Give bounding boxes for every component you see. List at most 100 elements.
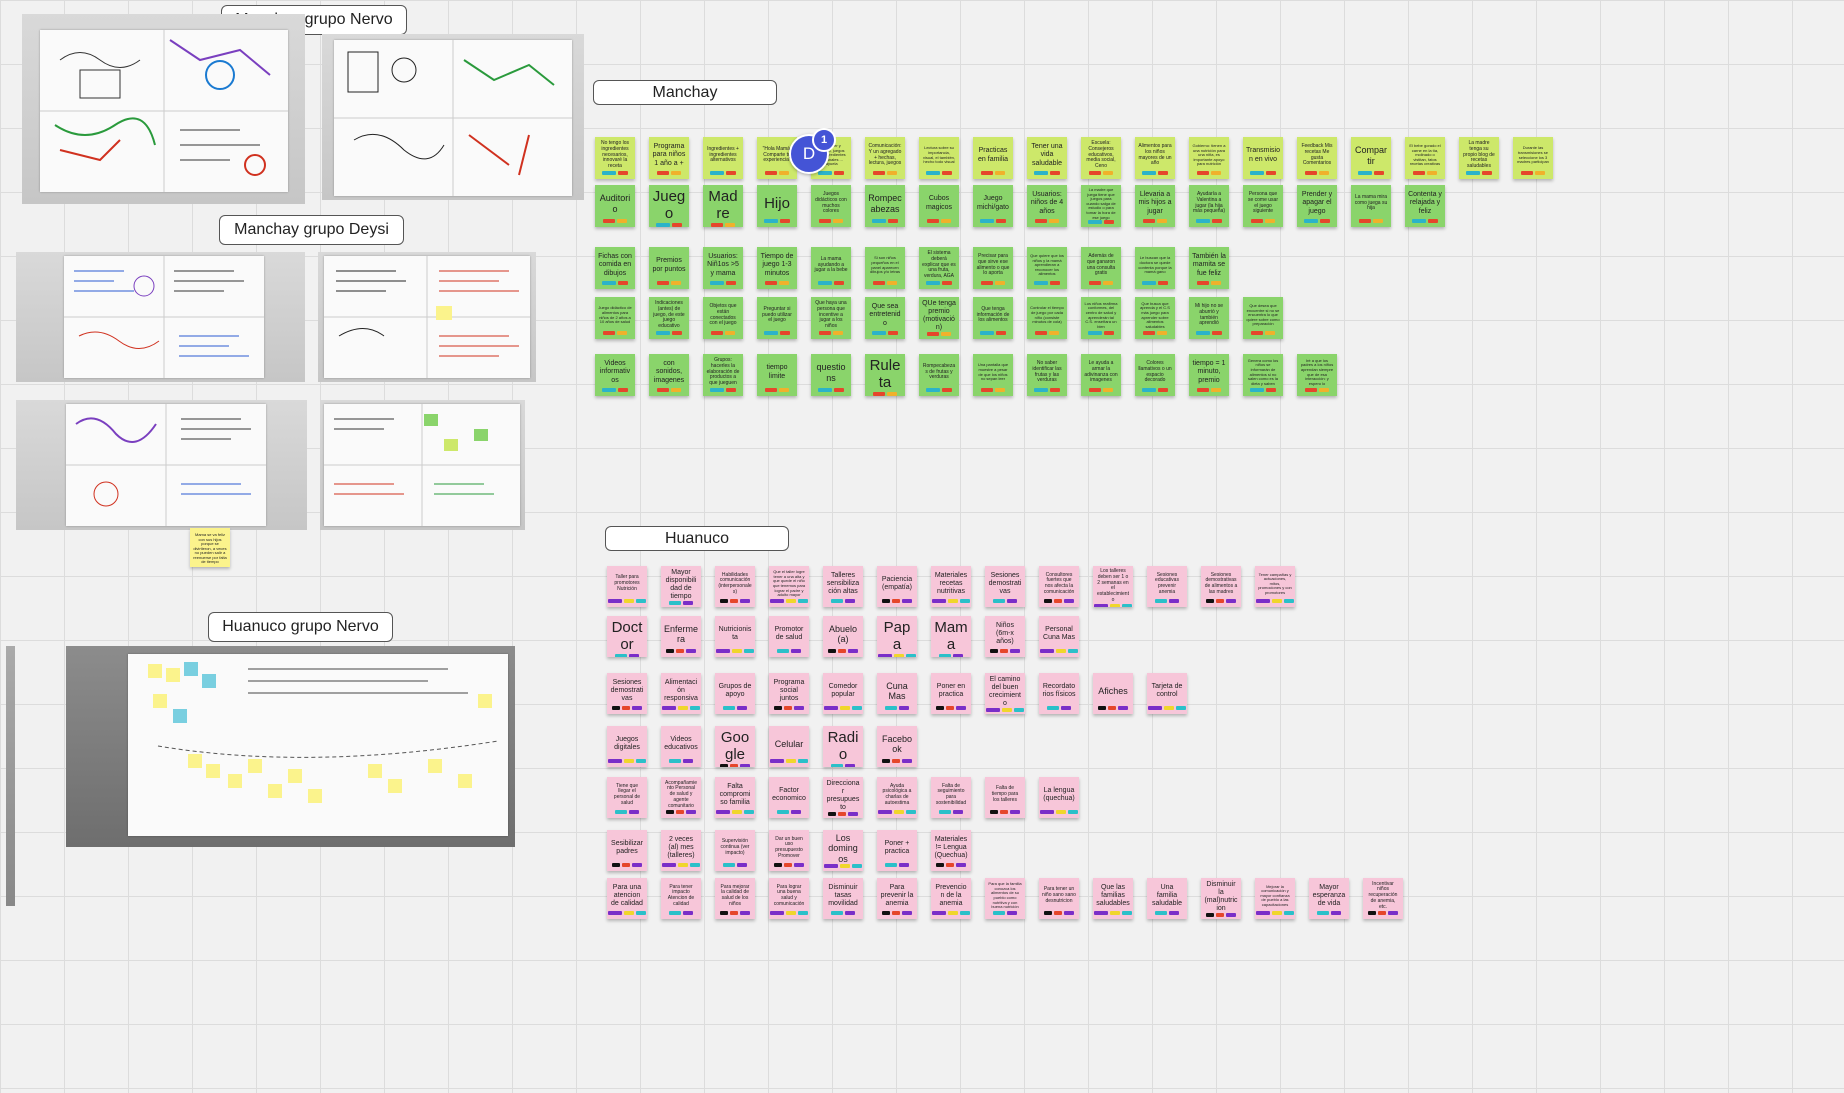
photo-manchay-deysi-3[interactable] — [16, 400, 307, 530]
sticky-note[interactable]: Promotor de salud — [769, 616, 809, 657]
sticky-note[interactable]: Los domingos — [823, 830, 863, 871]
sticky-note[interactable]: Programa social juntos — [769, 673, 809, 714]
sticky-note[interactable]: La lengua (quechua) — [1039, 777, 1079, 818]
sticky-note[interactable]: 2 veces (al) mes (talleres) — [661, 830, 701, 871]
sticky-note[interactable]: Acompañamiento Personal de salud y agent… — [661, 777, 701, 818]
sticky-note[interactable]: Los talleres deben ser 1 o 2 semanas en … — [1093, 566, 1133, 607]
sticky-note[interactable]: Le ayuda a armar la adivinanza con image… — [1081, 354, 1121, 396]
sticky-note[interactable]: Afiches — [1093, 673, 1133, 714]
sticky-note[interactable]: Niños (6m-x años) — [985, 616, 1025, 657]
sticky-note[interactable]: Mi hijo no se aburrió y también aprendió — [1189, 297, 1229, 339]
sticky-note[interactable]: Facebook — [877, 726, 917, 767]
sticky-note[interactable]: Falta de tiempo para los talleres — [985, 777, 1025, 818]
sticky-note[interactable]: No tengo los ingredientes necesarios, in… — [595, 137, 635, 179]
sticky-note[interactable]: Ruleta — [865, 354, 905, 396]
sticky-note[interactable]: Recordatorios físicos — [1039, 673, 1079, 714]
photo-edge-partial[interactable] — [6, 646, 15, 906]
photo-manchay-deysi-1[interactable] — [16, 252, 305, 382]
sticky-note[interactable]: Iré a que los padres a los niños aprenda… — [1297, 354, 1337, 396]
sticky-note[interactable]: Nutricionista — [715, 616, 755, 657]
sticky-note[interactable]: Prender y apagar el juego — [1297, 185, 1337, 227]
sticky-note[interactable]: Talleres sensibilización altas — [823, 566, 863, 607]
sticky-note[interactable]: Cuna Mas — [877, 673, 917, 714]
sticky-note[interactable]: Gobierno: tienen a una nutrición para un… — [1189, 137, 1229, 179]
sticky-note[interactable]: El camino del buen crecimiento — [985, 673, 1025, 714]
sticky-note[interactable]: Mayor disponibilidad de tiempo — [661, 566, 701, 607]
sticky-note[interactable]: Comedor popular — [823, 673, 863, 714]
sticky-note[interactable]: No saber identificar las frutas y las ve… — [1027, 354, 1067, 396]
sticky-note[interactable]: Precisar para que sirve ese alimento o q… — [973, 247, 1013, 289]
sticky-note[interactable]: Ayudaría a Valentina a jugar (la hija má… — [1189, 185, 1229, 227]
sticky-note[interactable]: Falta de seguimiento para sostenibilidad — [931, 777, 971, 818]
sticky-note[interactable]: Falta compromiso familia — [715, 777, 755, 818]
sticky-note[interactable]: Supervisión continua (ver impacto) — [715, 830, 755, 871]
sticky-note[interactable]: Celular — [769, 726, 809, 767]
sticky-note[interactable]: Rompecabezas de frutas y verduras — [919, 354, 959, 396]
sticky-note[interactable]: También la mamita se fue feliz — [1189, 247, 1229, 289]
sticky-note[interactable]: Tiempo de juego 1-3 minutos — [757, 247, 797, 289]
frame-title-huanuco[interactable]: Huanuco — [605, 526, 789, 551]
sticky-note[interactable]: Que el taller logre tener a una alta y q… — [769, 566, 809, 607]
sticky-note[interactable]: Radio — [823, 726, 863, 767]
sticky-note[interactable]: Ayuda psicológica a charlas de autoestim… — [877, 777, 917, 818]
sticky-note[interactable]: Papa — [877, 616, 917, 657]
sticky-note[interactable]: Enfermera — [661, 616, 701, 657]
sticky-note[interactable]: Para lograr una buena salud y comunicaci… — [769, 878, 809, 919]
sticky-note[interactable]: QUe tenga premio (motivación) — [919, 297, 959, 339]
sticky-note[interactable]: Poner + practica — [877, 830, 917, 871]
sticky-note[interactable]: Juego didáctico de alimentos para niños … — [595, 297, 635, 339]
photo-huanuco-nervo[interactable] — [66, 646, 515, 847]
sticky-note[interactable]: Feedback Mis recetas Me gusta Comentario… — [1297, 137, 1337, 179]
sticky-note[interactable]: La mama mira como juega su hija — [1351, 185, 1391, 227]
sticky-note[interactable]: Lectura sobre su importancia, visual, el… — [919, 137, 959, 179]
sticky-note[interactable]: Doctor — [607, 616, 647, 657]
sticky-note[interactable]: Direccionar presupuesto — [823, 777, 863, 818]
sticky-note[interactable]: Durante las transmisiones se seleccione … — [1513, 137, 1553, 179]
sticky-note[interactable]: Le buscan que la doctora se quede conten… — [1135, 247, 1175, 289]
sticky-note[interactable]: Tener una vida saludable — [1027, 137, 1067, 179]
frame-title-huanuco-nervo[interactable]: Huanuco grupo Nervo — [208, 612, 393, 642]
sticky-note[interactable]: Disminuir tasas movilidad — [823, 878, 863, 919]
sticky-note[interactable]: Grupos de apoyo — [715, 673, 755, 714]
sticky-note[interactable]: Comunicación: Y un agregado + hechas, le… — [865, 137, 905, 179]
sticky-note[interactable]: Que busca que aprenda y el C.S más juego… — [1135, 297, 1175, 339]
photo-manchay-nervo-1[interactable] — [22, 14, 305, 204]
sticky-note[interactable]: Tiene que llegar el personal de salud — [607, 777, 647, 818]
sticky-note[interactable]: Indicaciones (antes) de juego, de este j… — [649, 297, 689, 339]
sticky-note[interactable]: Usuarios: Niñ1os >5 y mama — [703, 247, 743, 289]
photo-manchay-deysi-4[interactable] — [320, 400, 525, 530]
sticky-note[interactable]: tiempo = 1 minuto, premio — [1189, 354, 1229, 396]
sticky-note[interactable]: Habilidades comunicación (interpersonale… — [715, 566, 755, 607]
sticky-note[interactable]: Compartir — [1351, 137, 1391, 179]
sticky-note[interactable]: Materiales recetas nutritivas — [931, 566, 971, 607]
sticky-note[interactable]: Ingredientes + ingredientes alternativos — [703, 137, 743, 179]
sticky-note[interactable]: El bebe gorado el carne en la tía, molin… — [1405, 137, 1445, 179]
sticky-note[interactable]: Para tener un niño sano sano desnutricio… — [1039, 878, 1079, 919]
sticky-note[interactable]: La madre que juega tiene que juegos para… — [1081, 185, 1121, 227]
sticky-note[interactable]: Cubos magicos — [919, 185, 959, 227]
sticky-note[interactable]: Sesiones demostrativas — [985, 566, 1025, 607]
sticky-note[interactable]: La madre tenga su propio blog de recetas… — [1459, 137, 1499, 179]
sticky-note[interactable]: Controlar el tiempo de juego por cada ni… — [1027, 297, 1067, 339]
sticky-note[interactable]: Paciencia (empatía) — [877, 566, 917, 607]
sticky-note[interactable]: Videos informativos — [595, 354, 635, 396]
sticky-note[interactable]: Auditorio — [595, 185, 635, 227]
sticky-note[interactable]: Que haya una persona que incentive a jug… — [811, 297, 851, 339]
sticky-note[interactable]: Llevaria a mis hijos a jugar — [1135, 185, 1175, 227]
sticky-note[interactable]: Preguntar si puedo utilizar el juego — [757, 297, 797, 339]
sticky-note[interactable]: Que tenga información de los alimentos — [973, 297, 1013, 339]
sticky-note[interactable]: Sesiones demostrativas — [607, 673, 647, 714]
frame-title-manchay-deysi[interactable]: Manchay grupo Deysi — [219, 215, 404, 245]
photo-manchay-deysi-2[interactable] — [318, 252, 536, 382]
sticky-note[interactable]: Que sea entretenido — [865, 297, 905, 339]
sticky-note[interactable]: Factor economico — [769, 777, 809, 818]
sticky-note[interactable]: Practicas en familia — [973, 137, 1013, 179]
sticky-note[interactable]: con sonidos, imagenes — [649, 354, 689, 396]
sticky-note[interactable]: Los niños reafirma conformes, del centro… — [1081, 297, 1121, 339]
sticky-note[interactable]: Poner en practica — [931, 673, 971, 714]
sticky-note[interactable]: Dar un buen uso presupuesto Promover — [769, 830, 809, 871]
sticky-note[interactable]: Para una atencion de calidad — [607, 878, 647, 919]
sticky-note[interactable]: Transmision en vivo — [1243, 137, 1283, 179]
sticky-note[interactable]: Escuela: Consejeros educativos, media so… — [1081, 137, 1121, 179]
sticky-note[interactable]: Usuarios: niños de 4 años — [1027, 185, 1067, 227]
